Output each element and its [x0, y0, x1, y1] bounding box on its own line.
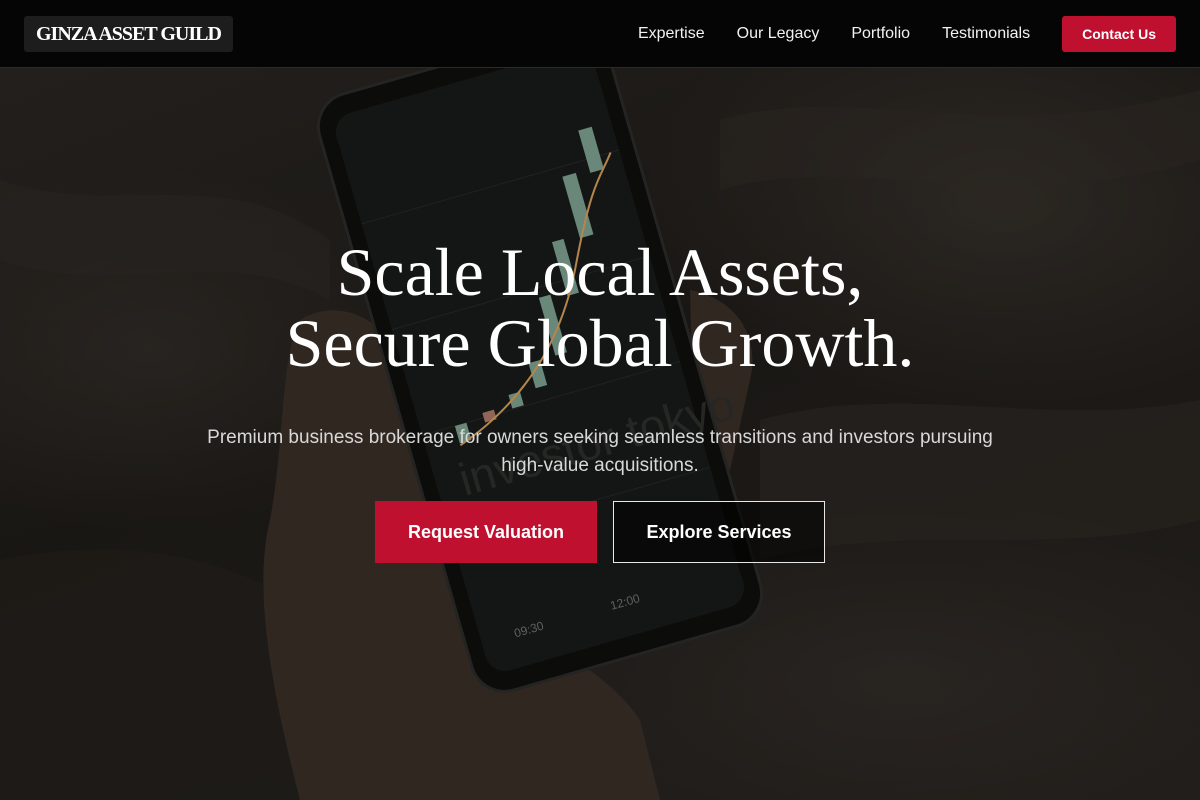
- nav-link-expertise[interactable]: Expertise: [638, 25, 705, 43]
- request-valuation-button[interactable]: Request Valuation: [375, 501, 597, 563]
- main-navigation: Expertise Our Legacy Portfolio Testimoni…: [638, 0, 1176, 68]
- hero-title-line-2: Secure Global Growth.: [285, 305, 915, 381]
- contact-us-button[interactable]: Contact Us: [1062, 16, 1176, 52]
- hero-overlay: [0, 0, 1200, 800]
- explore-services-button[interactable]: Explore Services: [613, 501, 825, 563]
- nav-link-our-legacy[interactable]: Our Legacy: [737, 25, 820, 43]
- landing-page: 09:30 12:00 investor tokyo GINZA ASSET G…: [0, 0, 1200, 800]
- hero-subtitle: Premium business brokerage for owners se…: [207, 427, 993, 476]
- site-header: GINZA ASSET GUILD Expertise Our Legacy P…: [0, 0, 1200, 68]
- nav-link-portfolio[interactable]: Portfolio: [851, 25, 910, 43]
- brand-logo[interactable]: GINZA ASSET GUILD: [24, 16, 233, 52]
- hero-title-line-1: Scale Local Assets,: [336, 234, 864, 310]
- nav-link-testimonials[interactable]: Testimonials: [942, 25, 1030, 43]
